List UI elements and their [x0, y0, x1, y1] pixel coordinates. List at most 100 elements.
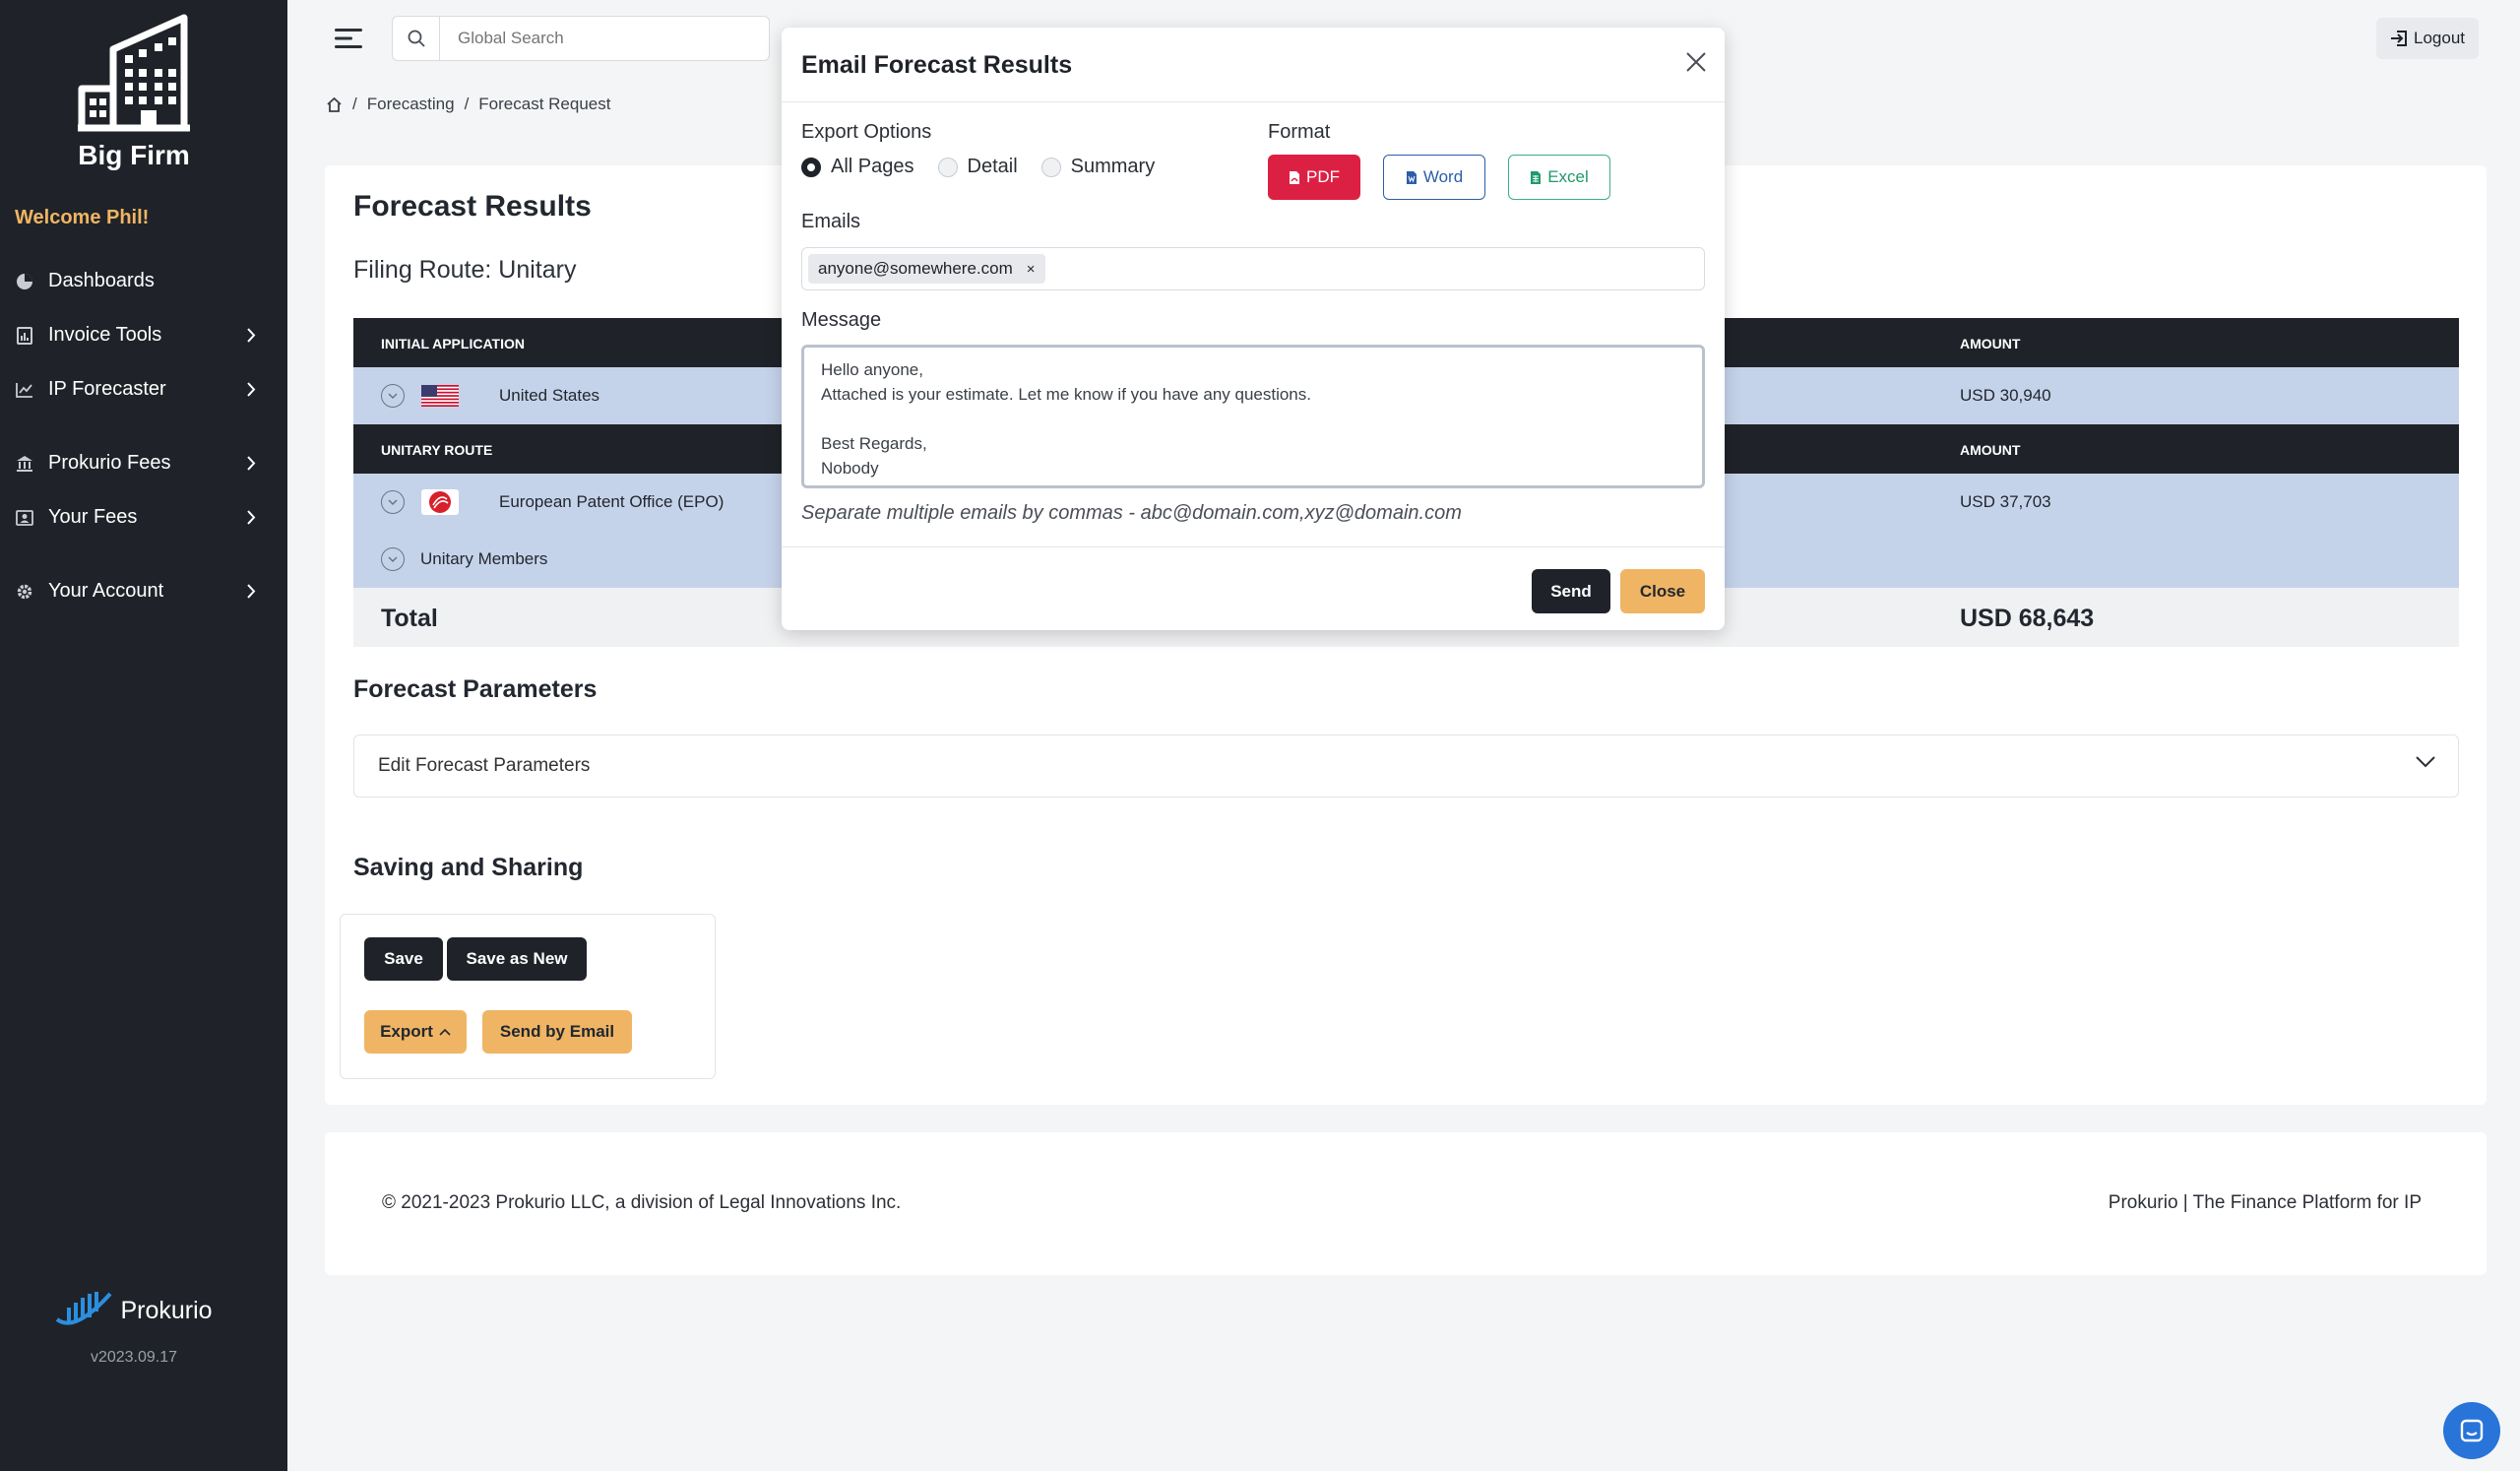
welcome-text: Welcome Phil!: [15, 207, 150, 228]
sidebar-item-label: Invoice Tools: [48, 324, 162, 346]
search-input[interactable]: [440, 17, 769, 60]
save-as-new-button[interactable]: Save as New: [447, 937, 587, 981]
global-search: [392, 16, 770, 61]
remove-email-icon[interactable]: ×: [1027, 261, 1036, 278]
office-label: European Patent Office (EPO): [499, 492, 724, 511]
sidebar-item-prokurio-fees[interactable]: Prokurio Fees: [0, 436, 287, 490]
close-icon[interactable]: [1685, 51, 1707, 73]
email-forecast-modal: Email Forecast Results Export Options Al…: [782, 28, 1725, 630]
footer: © 2021-2023 Prokurio LLC, a division of …: [325, 1132, 2487, 1275]
version-text: v2023.09.17: [90, 1349, 178, 1366]
product-brand: Prokurio v2023.09.17: [0, 1290, 268, 1367]
radio-button[interactable]: [937, 157, 958, 177]
sidebar-item-label: Your Account: [48, 580, 164, 602]
sidebar-item-your-fees[interactable]: Your Fees: [0, 490, 287, 544]
modal-header: Email Forecast Results: [782, 28, 1725, 102]
invoice-icon: [15, 326, 34, 346]
chevron-right-icon: [247, 328, 256, 343]
sidebar-item-label: Dashboards: [48, 270, 155, 291]
export-label: Export: [380, 1022, 433, 1041]
export-options-radio-group: All Pages Detail Summary: [801, 156, 1178, 178]
file-word-icon: [1406, 170, 1417, 184]
chat-icon: [2460, 1419, 2484, 1442]
radio-label: Detail: [967, 156, 1018, 177]
radio-button[interactable]: [801, 157, 821, 177]
save-button[interactable]: Save: [364, 937, 443, 981]
total-label: Total: [381, 605, 438, 632]
breadcrumb-forecast-request: Forecast Request: [478, 95, 611, 113]
emails-hint: Separate multiple emails by commas - abc…: [801, 502, 1462, 524]
saving-sharing-panel: Save Save as New Export Send by Email: [340, 914, 716, 1079]
amount-value: USD 30,940: [1960, 386, 2051, 405]
column-header-amount: AMOUNT: [1960, 336, 2021, 352]
sidebar: Big Firm Welcome Phil! Dashboards Invoic…: [0, 0, 287, 1471]
email-chip-label: anyone@somewhere.com: [818, 259, 1013, 278]
breadcrumb-forecasting[interactable]: Forecasting: [367, 95, 455, 114]
forecast-parameters-heading: Forecast Parameters: [353, 675, 598, 703]
emails-label: Emails: [801, 211, 861, 232]
message-textarea[interactable]: Hello anyone, Attached is your estimate.…: [801, 345, 1705, 488]
send-by-email-button[interactable]: Send by Email: [482, 1010, 632, 1054]
amount-value: USD 37,703: [1960, 492, 2051, 511]
send-button[interactable]: Send: [1532, 569, 1610, 613]
logout-icon: [2391, 31, 2407, 46]
export-options-label: Export Options: [801, 121, 932, 143]
message-label: Message: [801, 309, 882, 331]
chart-line-icon: [15, 380, 34, 400]
sidebar-item-label: IP Forecaster: [48, 378, 166, 400]
filing-route-subtitle: Filing Route: Unitary: [353, 256, 577, 284]
gear-icon: [15, 582, 34, 602]
sidebar-item-invoice-tools[interactable]: Invoice Tools: [0, 308, 287, 362]
pdf-format-button[interactable]: PDF: [1268, 155, 1360, 200]
sidebar-nav: Dashboards Invoice Tools IP Forecaster P…: [0, 254, 287, 618]
bank-icon: [15, 454, 34, 474]
breadcrumb-separator: /: [352, 95, 357, 113]
radio-button[interactable]: [1040, 157, 1061, 177]
radio-all-pages[interactable]: All Pages: [801, 156, 914, 178]
chevron-right-icon: [247, 510, 256, 525]
expand-toggle-icon[interactable]: [381, 384, 405, 408]
product-name: Prokurio: [120, 1296, 213, 1324]
sidebar-item-label: Prokurio Fees: [48, 452, 171, 474]
column-header-amount: AMOUNT: [1960, 442, 2021, 458]
radio-detail[interactable]: Detail: [937, 156, 1018, 178]
pdf-label: PDF: [1306, 167, 1340, 186]
radio-summary[interactable]: Summary: [1040, 156, 1156, 178]
epo-logo-icon: [421, 489, 459, 515]
chat-launcher-button[interactable]: [2443, 1402, 2500, 1459]
hamburger-menu-icon[interactable]: [335, 28, 362, 49]
page-title: Forecast Results: [353, 190, 592, 223]
brand[interactable]: Big Firm: [0, 12, 268, 171]
us-flag-icon: [421, 385, 459, 407]
word-label: Word: [1422, 167, 1464, 186]
home-icon[interactable]: [326, 96, 343, 112]
word-format-button[interactable]: Word: [1383, 155, 1485, 200]
close-button[interactable]: Close: [1620, 569, 1705, 613]
excel-format-button[interactable]: Excel: [1508, 155, 1610, 200]
search-icon: [393, 17, 440, 60]
dashboard-icon: [15, 272, 34, 291]
export-button[interactable]: Export: [364, 1010, 467, 1054]
logout-label: Logout: [2414, 29, 2465, 47]
radio-label: Summary: [1070, 156, 1156, 177]
sidebar-item-your-account[interactable]: Your Account: [0, 564, 287, 618]
brand-name: Big Firm: [78, 140, 190, 170]
sidebar-item-ip-forecaster[interactable]: IP Forecaster: [0, 362, 287, 416]
emails-field[interactable]: anyone@somewhere.com ×: [801, 247, 1705, 290]
modal-footer: Send Close: [782, 546, 1725, 630]
copyright-text: © 2021-2023 Prokurio LLC, a division of …: [382, 1192, 902, 1213]
prokurio-logo-icon: [56, 1292, 112, 1325]
expand-toggle-icon[interactable]: [381, 547, 405, 571]
building-logo-icon: [78, 14, 190, 132]
expand-toggle-icon[interactable]: [381, 490, 405, 514]
country-label: United States: [499, 386, 600, 405]
modal-title: Email Forecast Results: [801, 51, 1073, 79]
chevron-right-icon: [247, 382, 256, 397]
edit-forecast-parameters-accordion[interactable]: Edit Forecast Parameters: [353, 735, 2459, 798]
chevron-right-icon: [247, 584, 256, 599]
sidebar-item-dashboards[interactable]: Dashboards: [0, 254, 287, 308]
logout-button[interactable]: Logout: [2376, 18, 2479, 59]
unitary-members-label: Unitary Members: [420, 549, 548, 568]
user-card-icon: [15, 508, 34, 528]
column-header-unitary-route: UNITARY ROUTE: [381, 442, 493, 458]
